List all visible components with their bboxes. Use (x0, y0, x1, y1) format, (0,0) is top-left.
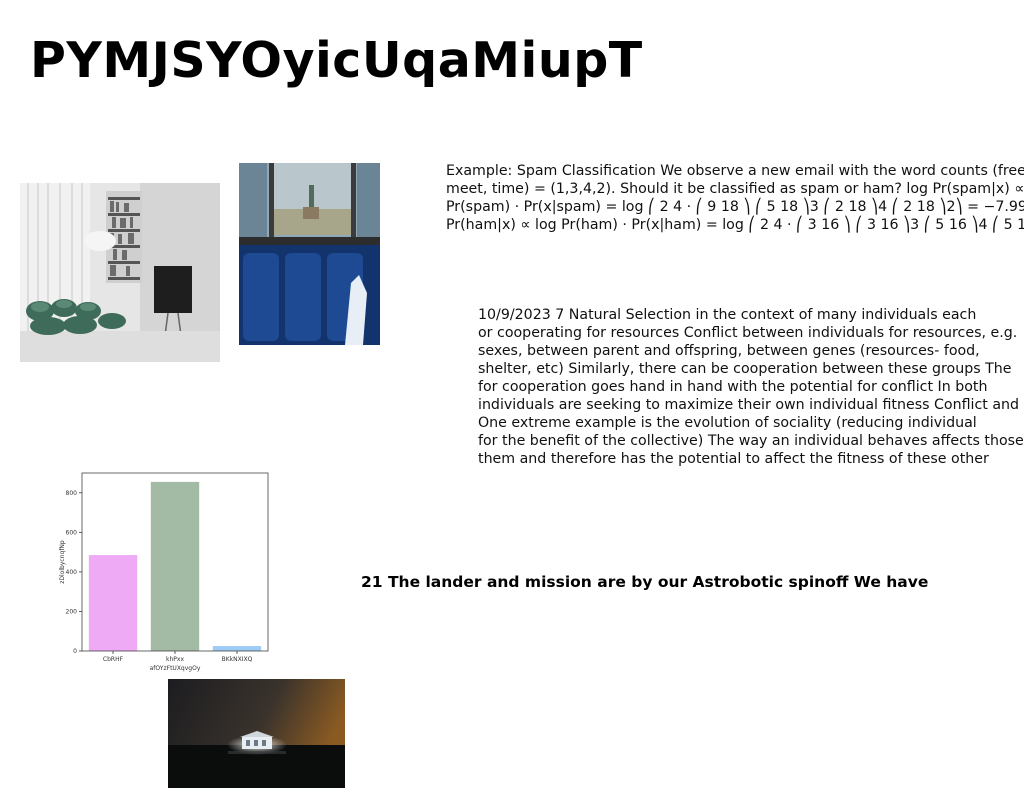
lander-text: 21 The lander and mission are by our Ast… (361, 573, 929, 591)
y-tick-label: 200 (66, 608, 78, 615)
y-tick-label: 800 (66, 490, 78, 497)
x-tick-label: CbRHF (103, 656, 124, 663)
text-line: meet, time) = (1,3,4,2). Should it be cl… (446, 181, 1024, 197)
y-tick-label: 400 (66, 569, 78, 576)
text-line: for cooperation goes hand in hand with t… (478, 379, 988, 395)
y-axis-label: zDlolbycnqfNp (59, 540, 66, 584)
x-axis-label: afOYzFtUXqvgOy (150, 665, 201, 672)
text-line: One extreme example is the evolution of … (478, 415, 977, 431)
night-house-photo (168, 679, 345, 788)
text-line: or cooperating for resources Conflict be… (478, 325, 1018, 341)
natural-selection-text: 10/9/2023 7 Natural Selection in the con… (478, 306, 1024, 468)
text-line: Example: Spam Classification We observe … (446, 163, 1024, 179)
text-line: sexes, between parent and offspring, bet… (478, 343, 980, 359)
spam-classification-text: Example: Spam Classification We observe … (446, 162, 1024, 234)
bar-chart: CbRHF khPxx BKkNXIXQ 0 200 400 600 800 afOYzFtUX… (55, 465, 280, 675)
text-line: 10/9/2023 7 Natural Selection in the con… (478, 307, 977, 323)
x-tick-label: khPxx (166, 656, 184, 663)
text-line: individuals are seeking to maximize thei… (478, 397, 1020, 413)
text-line: Pr(spam) · Pr(x|spam) = log ⎛ 2 4 · ⎛ 9 … (446, 199, 1024, 215)
living-room-photo (20, 183, 220, 362)
text-line: Pr(ham|x) ∝ log Pr(ham) · Pr(x|ham) = lo… (446, 217, 1024, 233)
page-title: PYMJSYOyicUqaMiupT (30, 32, 643, 89)
text-line: them and therefore has the potential to … (478, 451, 989, 467)
y-tick-label: 600 (66, 529, 78, 536)
statue-window-photo (239, 163, 380, 345)
text-line: for the benefit of the collective) The w… (478, 433, 1024, 449)
x-tick-label: BKkNXIXQ (222, 656, 253, 663)
y-tick-label: 0 (73, 648, 77, 655)
bar-khPxx (150, 481, 200, 651)
bar-BKkNXIXQ (212, 646, 262, 651)
bar-CbRHF (88, 555, 138, 651)
bar-chart-svg: CbRHF khPxx BKkNXIXQ 0 200 400 600 800 afOYzFtUX… (59, 472, 269, 672)
text-line: shelter, etc) Similarly, there can be co… (478, 361, 1012, 377)
